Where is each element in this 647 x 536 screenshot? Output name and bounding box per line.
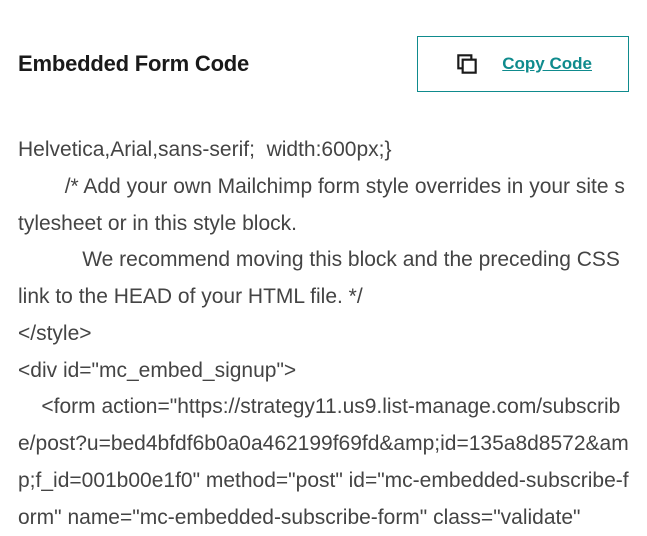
copy-code-button[interactable]: Copy Code	[417, 36, 629, 92]
code-block[interactable]: Helvetica,Arial,sans-serif; width:600px;…	[18, 132, 629, 536]
copy-code-button-label: Copy Code	[502, 54, 592, 74]
page-title: Embedded Form Code	[18, 51, 249, 77]
header-row: Embedded Form Code Copy Code	[18, 16, 629, 92]
copy-icon	[454, 51, 480, 77]
